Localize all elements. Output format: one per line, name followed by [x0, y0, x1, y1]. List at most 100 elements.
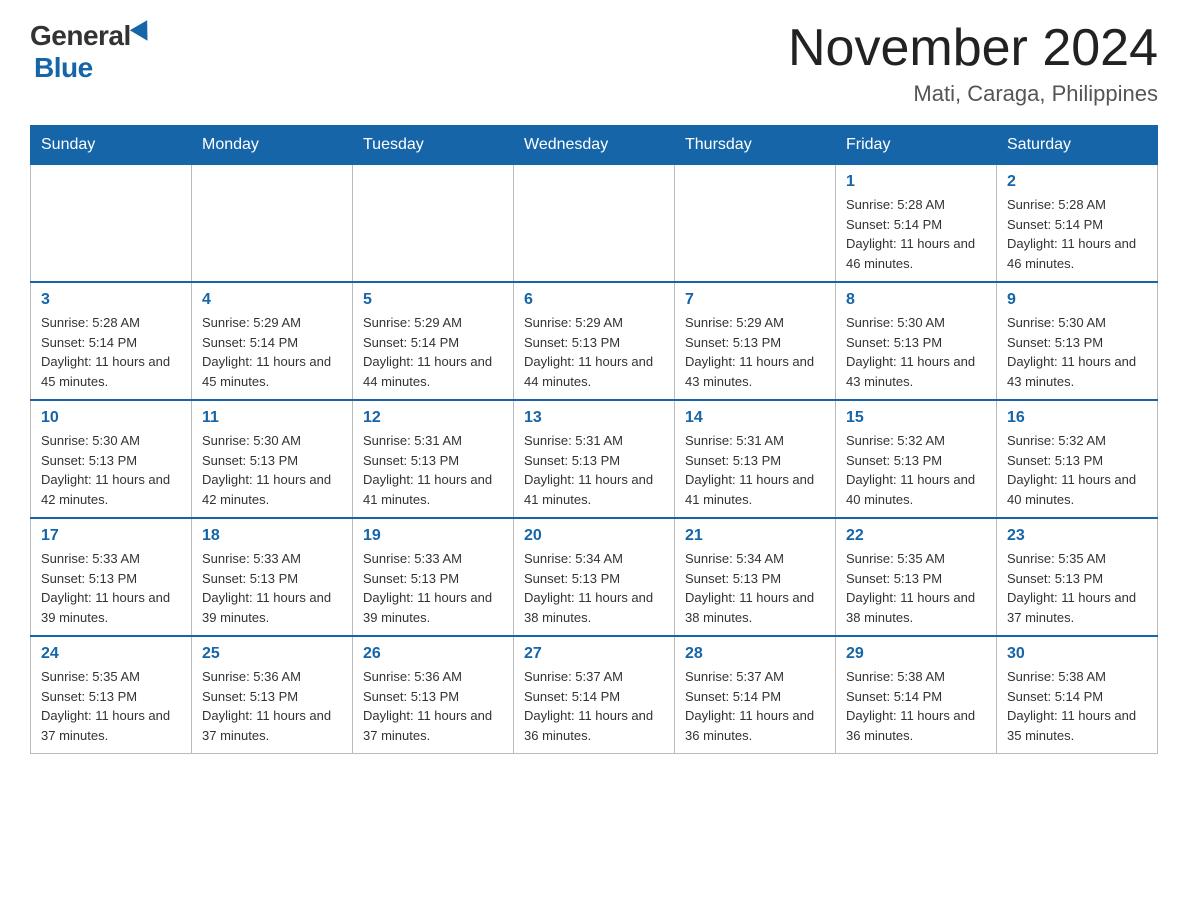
- calendar-cell: 8Sunrise: 5:30 AMSunset: 5:13 PMDaylight…: [836, 282, 997, 400]
- calendar-cell: 23Sunrise: 5:35 AMSunset: 5:13 PMDayligh…: [997, 518, 1158, 636]
- cell-info-text: Sunrise: 5:34 AMSunset: 5:13 PMDaylight:…: [685, 549, 825, 627]
- cell-day-number: 24: [41, 645, 181, 663]
- cell-day-number: 10: [41, 409, 181, 427]
- calendar-cell: 6Sunrise: 5:29 AMSunset: 5:13 PMDaylight…: [514, 282, 675, 400]
- cell-info-text: Sunrise: 5:31 AMSunset: 5:13 PMDaylight:…: [524, 431, 664, 509]
- calendar-header-friday: Friday: [836, 126, 997, 165]
- calendar-cell: 19 Sunrise: 5:33 AMSunset: 5:13 PMDayligh…: [353, 518, 514, 636]
- cell-info-text: Sunrise: 5:36 AMSunset: 5:13 PMDaylight:…: [363, 667, 503, 745]
- logo: General Blue: [30, 20, 153, 84]
- cell-day-number: 19: [363, 527, 503, 545]
- cell-info-text: Sunrise: 5:36 AMSunset: 5:13 PMDaylight:…: [202, 667, 342, 745]
- cell-day-number: 26: [363, 645, 503, 663]
- cell-info-text: Sunrise: 5:32 AMSunset: 5:13 PMDaylight:…: [846, 431, 986, 509]
- calendar-cell: 13 Sunrise: 5:31 AMSunset: 5:13 PMDayligh…: [514, 400, 675, 518]
- calendar-header-row: SundayMondayTuesdayWednesdayThursdayFrid…: [31, 126, 1158, 165]
- cell-info-text: Sunrise: 5:35 AMSunset: 5:13 PMDaylight:…: [846, 549, 986, 627]
- cell-info-text: Sunrise: 5:31 AMSunset: 5:13 PMDaylight:…: [363, 431, 503, 509]
- cell-day-number: 9: [1007, 291, 1147, 309]
- location-title: Mati, Caraga, Philippines: [788, 81, 1158, 107]
- cell-info-text: Sunrise: 5:38 AMSunset: 5:14 PMDaylight:…: [1007, 667, 1147, 745]
- calendar-cell: 21 Sunrise: 5:34 AMSunset: 5:13 PMDayligh…: [675, 518, 836, 636]
- cell-day-number: 4: [202, 291, 342, 309]
- cell-info-text: Sunrise: 5:29 AMSunset: 5:14 PMDaylight:…: [363, 313, 503, 391]
- cell-info-text: Sunrise: 5:29 AMSunset: 5:14 PMDaylight:…: [202, 313, 342, 391]
- cell-day-number: 3: [41, 291, 181, 309]
- cell-info-text: Sunrise: 5:30 AMSunset: 5:13 PMDaylight:…: [202, 431, 342, 509]
- logo-general-text: General: [30, 20, 131, 52]
- calendar-header-monday: Monday: [192, 126, 353, 165]
- cell-info-text: Sunrise: 5:35 AMSunset: 5:13 PMDaylight:…: [41, 667, 181, 745]
- calendar-cell: [192, 165, 353, 283]
- calendar-cell: 29Sunrise: 5:38 AMSunset: 5:14 PMDayligh…: [836, 636, 997, 754]
- calendar-cell: [514, 165, 675, 283]
- calendar-cell: 26 Sunrise: 5:36 AMSunset: 5:13 PMDayligh…: [353, 636, 514, 754]
- cell-info-text: Sunrise: 5:28 AMSunset: 5:14 PMDaylight:…: [41, 313, 181, 391]
- page-header: General Blue November 2024 Mati, Caraga,…: [30, 20, 1158, 107]
- cell-info-text: Sunrise: 5:37 AMSunset: 5:14 PMDaylight:…: [524, 667, 664, 745]
- cell-info-text: Sunrise: 5:28 AMSunset: 5:14 PMDaylight:…: [846, 195, 986, 273]
- calendar-table: SundayMondayTuesdayWednesdayThursdayFrid…: [30, 125, 1158, 754]
- cell-day-number: 18: [202, 527, 342, 545]
- cell-info-text: Sunrise: 5:29 AMSunset: 5:13 PMDaylight:…: [685, 313, 825, 391]
- calendar-cell: 7 Sunrise: 5:29 AMSunset: 5:13 PMDaylight…: [675, 282, 836, 400]
- cell-day-number: 16: [1007, 409, 1147, 427]
- calendar-cell: 11 Sunrise: 5:30 AMSunset: 5:13 PMDayligh…: [192, 400, 353, 518]
- cell-day-number: 20: [524, 527, 664, 545]
- cell-info-text: Sunrise: 5:33 AMSunset: 5:13 PMDaylight:…: [363, 549, 503, 627]
- calendar-cell: 9 Sunrise: 5:30 AMSunset: 5:13 PMDaylight…: [997, 282, 1158, 400]
- cell-day-number: 22: [846, 527, 986, 545]
- calendar-cell: 2 Sunrise: 5:28 AMSunset: 5:14 PMDaylight…: [997, 165, 1158, 283]
- calendar-cell: 12 Sunrise: 5:31 AMSunset: 5:13 PMDayligh…: [353, 400, 514, 518]
- calendar-header-saturday: Saturday: [997, 126, 1158, 165]
- cell-info-text: Sunrise: 5:31 AMSunset: 5:13 PMDaylight:…: [685, 431, 825, 509]
- calendar-cell: 30 Sunrise: 5:38 AMSunset: 5:14 PMDayligh…: [997, 636, 1158, 754]
- calendar-header-wednesday: Wednesday: [514, 126, 675, 165]
- cell-day-number: 12: [363, 409, 503, 427]
- cell-info-text: Sunrise: 5:32 AMSunset: 5:13 PMDaylight:…: [1007, 431, 1147, 509]
- cell-day-number: 13: [524, 409, 664, 427]
- title-block: November 2024 Mati, Caraga, Philippines: [788, 20, 1158, 107]
- cell-day-number: 23: [1007, 527, 1147, 545]
- calendar-week-row: 1 Sunrise: 5:28 AMSunset: 5:14 PMDaylight…: [31, 165, 1158, 283]
- cell-day-number: 30: [1007, 645, 1147, 663]
- calendar-cell: 25 Sunrise: 5:36 AMSunset: 5:13 PMDayligh…: [192, 636, 353, 754]
- logo-blue-text: Blue: [34, 52, 93, 83]
- cell-info-text: Sunrise: 5:30 AMSunset: 5:13 PMDaylight:…: [1007, 313, 1147, 391]
- calendar-cell: 3 Sunrise: 5:28 AMSunset: 5:14 PMDaylight…: [31, 282, 192, 400]
- cell-day-number: 15: [846, 409, 986, 427]
- cell-day-number: 7: [685, 291, 825, 309]
- cell-info-text: Sunrise: 5:33 AMSunset: 5:13 PMDaylight:…: [41, 549, 181, 627]
- cell-day-number: 27: [524, 645, 664, 663]
- calendar-cell: [675, 165, 836, 283]
- cell-day-number: 1: [846, 173, 986, 191]
- cell-day-number: 8: [846, 291, 986, 309]
- cell-info-text: Sunrise: 5:33 AMSunset: 5:13 PMDaylight:…: [202, 549, 342, 627]
- calendar-header-thursday: Thursday: [675, 126, 836, 165]
- cell-day-number: 11: [202, 409, 342, 427]
- calendar-cell: 22 Sunrise: 5:35 AMSunset: 5:13 PMDayligh…: [836, 518, 997, 636]
- calendar-cell: 20Sunrise: 5:34 AMSunset: 5:13 PMDayligh…: [514, 518, 675, 636]
- calendar-cell: 4 Sunrise: 5:29 AMSunset: 5:14 PMDaylight…: [192, 282, 353, 400]
- cell-day-number: 5: [363, 291, 503, 309]
- calendar-cell: 28Sunrise: 5:37 AMSunset: 5:14 PMDayligh…: [675, 636, 836, 754]
- cell-info-text: Sunrise: 5:37 AMSunset: 5:14 PMDaylight:…: [685, 667, 825, 745]
- cell-day-number: 29: [846, 645, 986, 663]
- cell-info-text: Sunrise: 5:30 AMSunset: 5:13 PMDaylight:…: [41, 431, 181, 509]
- calendar-cell: 14 Sunrise: 5:31 AMSunset: 5:13 PMDayligh…: [675, 400, 836, 518]
- cell-info-text: Sunrise: 5:28 AMSunset: 5:14 PMDaylight:…: [1007, 195, 1147, 273]
- calendar-header-sunday: Sunday: [31, 126, 192, 165]
- calendar-cell: 24 Sunrise: 5:35 AMSunset: 5:13 PMDayligh…: [31, 636, 192, 754]
- cell-day-number: 14: [685, 409, 825, 427]
- cell-day-number: 25: [202, 645, 342, 663]
- calendar-week-row: 17Sunrise: 5:33 AMSunset: 5:13 PMDayligh…: [31, 518, 1158, 636]
- calendar-cell: 5 Sunrise: 5:29 AMSunset: 5:14 PMDaylight…: [353, 282, 514, 400]
- calendar-cell: 1 Sunrise: 5:28 AMSunset: 5:14 PMDaylight…: [836, 165, 997, 283]
- cell-day-number: 21: [685, 527, 825, 545]
- calendar-cell: 10 Sunrise: 5:30 AMSunset: 5:13 PMDayligh…: [31, 400, 192, 518]
- calendar-cell: 15 Sunrise: 5:32 AMSunset: 5:13 PMDayligh…: [836, 400, 997, 518]
- calendar-cell: [31, 165, 192, 283]
- calendar-cell: [353, 165, 514, 283]
- cell-day-number: 2: [1007, 173, 1147, 191]
- calendar-cell: 27 Sunrise: 5:37 AMSunset: 5:14 PMDayligh…: [514, 636, 675, 754]
